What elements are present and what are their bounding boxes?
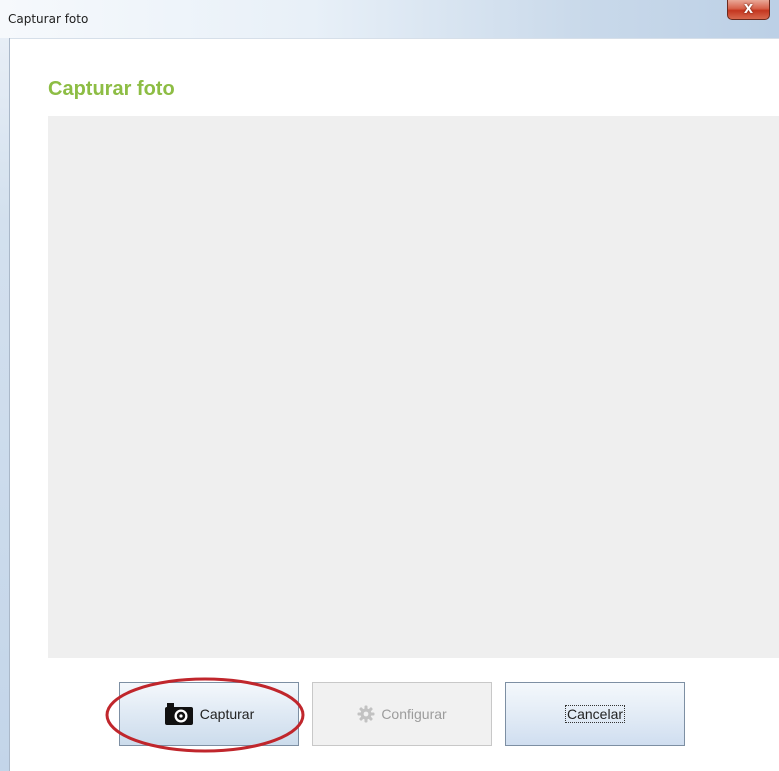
capture-button-label: Capturar bbox=[199, 706, 255, 722]
close-icon: X bbox=[743, 2, 754, 16]
camera-preview-area bbox=[48, 116, 779, 658]
gear-icon bbox=[357, 705, 375, 723]
window-left-frame bbox=[0, 38, 10, 771]
camera-icon bbox=[164, 703, 193, 725]
cancel-button[interactable]: Cancelar bbox=[505, 682, 685, 746]
capture-photo-window: Capturar foto X Capturar foto Capturar C… bbox=[0, 0, 779, 771]
title-bar[interactable]: Capturar foto X bbox=[0, 0, 779, 39]
capture-button[interactable]: Capturar bbox=[119, 682, 299, 746]
configure-button-label: Configurar bbox=[381, 706, 447, 722]
window-title: Capturar foto bbox=[8, 12, 89, 26]
configure-button[interactable]: Configurar bbox=[312, 682, 492, 746]
cancel-button-label: Cancelar bbox=[564, 705, 626, 723]
dialog-heading: Capturar foto bbox=[48, 78, 175, 100]
close-button[interactable]: X bbox=[727, 0, 770, 20]
